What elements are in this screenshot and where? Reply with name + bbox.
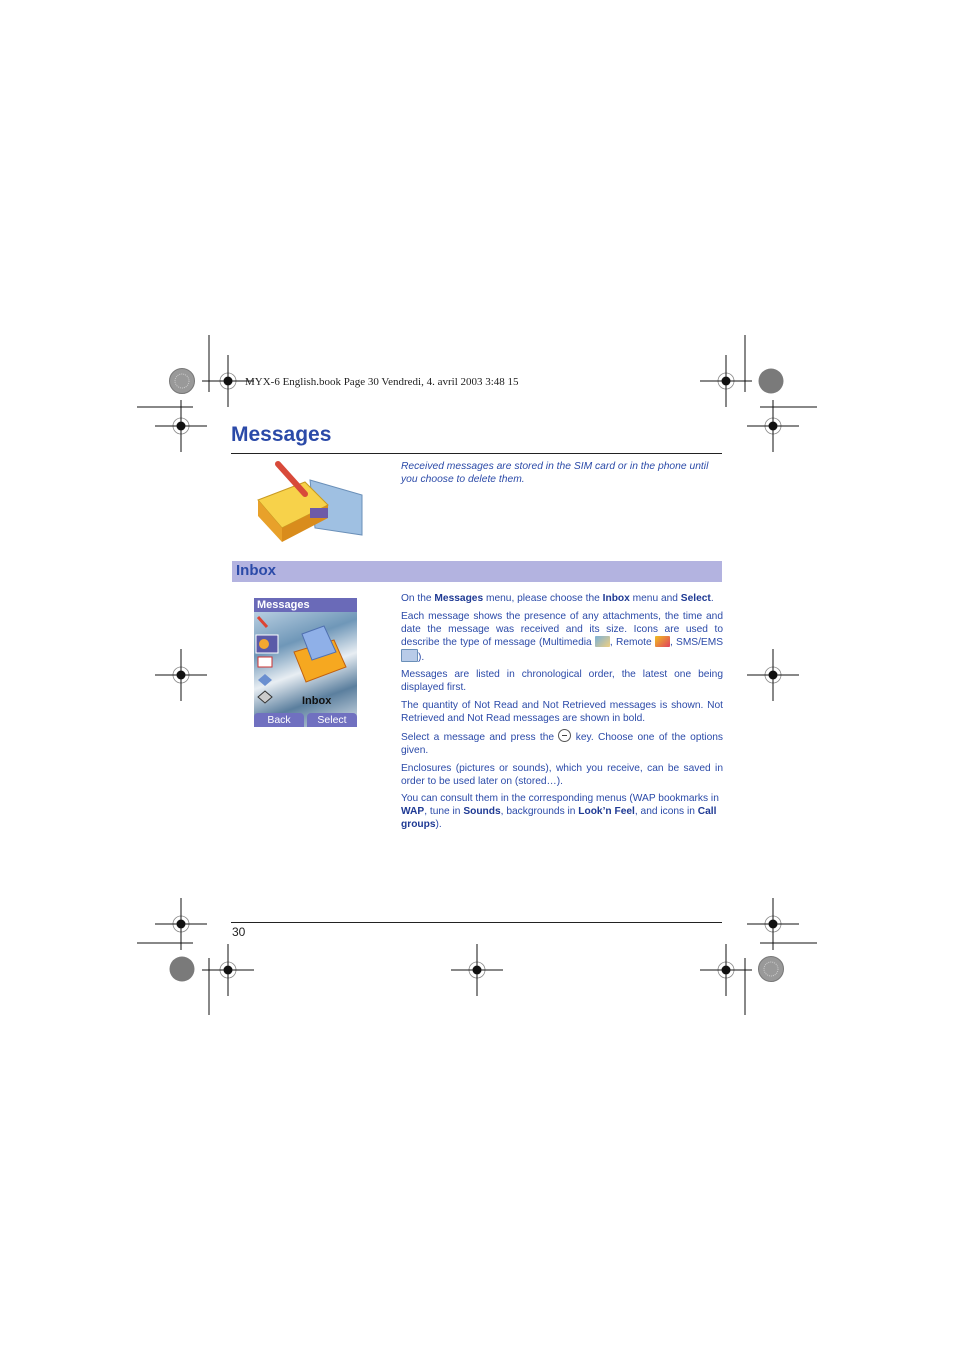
paragraph: You can consult them in the correspondin…	[401, 793, 719, 830]
crosshair-mark	[154, 648, 208, 702]
crosshair-mark	[154, 399, 208, 453]
section-header-bar	[232, 561, 722, 582]
crosshair-mark	[450, 943, 504, 997]
footer-divider	[231, 922, 722, 923]
settings-icon	[257, 690, 273, 704]
crosshair-mark	[699, 354, 753, 408]
intro-text: Received messages are stored in the SIM …	[401, 461, 709, 485]
write-icon	[256, 615, 269, 629]
section-title: Inbox	[236, 562, 276, 579]
print-header: MYX-6 English.book Page 30 Vendredi, 4. …	[245, 376, 519, 388]
selected-menu-label: Inbox	[302, 695, 332, 707]
inbox-menu-icon	[259, 639, 269, 649]
phone-screen: Messages Inbox Back Select	[254, 598, 357, 727]
gray-dial-mark	[169, 956, 195, 982]
paragraph: Enclosures (pictures or sounds), which y…	[401, 762, 723, 787]
paragraph: On the Messages menu, please choose the …	[401, 593, 714, 604]
crosshair-mark	[746, 648, 800, 702]
phone-header: Messages	[254, 598, 357, 612]
remote-message-icon	[654, 635, 670, 647]
multimedia-message-icon	[594, 635, 610, 647]
crosshair-mark	[746, 897, 800, 951]
paragraph: Select a message and press the key. Choo…	[401, 729, 723, 757]
ok-key-icon	[558, 729, 572, 742]
gray-dial-mark	[758, 368, 784, 394]
paragraph: Messages are listed in chronological ord…	[401, 669, 723, 693]
title-divider	[231, 453, 722, 454]
paragraph: Each message shows the presence of any a…	[401, 610, 724, 663]
color-dial-mark	[169, 368, 195, 394]
paragraph: The quantity of Not Read and Not Retriev…	[401, 699, 723, 724]
page-title: Messages	[231, 423, 332, 446]
crosshair-mark	[154, 897, 208, 951]
crosshair-mark	[699, 943, 753, 997]
select-softkey[interactable]: Select	[307, 713, 357, 727]
color-dial-mark	[758, 956, 784, 982]
draft-icon	[258, 674, 272, 686]
back-softkey[interactable]: Back	[254, 713, 304, 727]
notepad-pencil-icon	[257, 461, 363, 542]
sms-envelope-icon	[401, 648, 418, 662]
crosshair-mark	[746, 399, 800, 453]
outbox-icon	[257, 656, 273, 668]
page-number: 30	[232, 925, 246, 939]
crosshair-mark	[201, 943, 255, 997]
inbox-description: On the Messages menu, please choose the …	[401, 592, 723, 836]
